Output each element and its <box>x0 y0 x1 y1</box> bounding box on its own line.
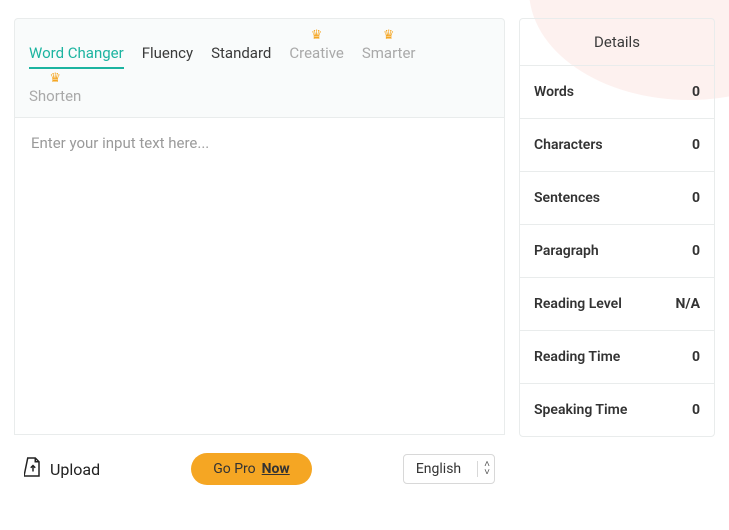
upload-button[interactable]: Upload <box>24 456 100 482</box>
stat-value: N/A <box>676 296 700 312</box>
crown-icon: ♛ <box>383 29 395 42</box>
tab-shorten[interactable]: ♛ Shorten <box>29 72 81 111</box>
stat-row-characters: Characters 0 <box>520 119 714 172</box>
go-pro-label: Go Pro <box>213 461 255 477</box>
file-upload-icon <box>24 456 42 482</box>
go-pro-now-label: Now <box>262 461 290 477</box>
stat-value: 0 <box>692 402 700 418</box>
editor-area <box>14 118 505 435</box>
tab-smarter[interactable]: ♛ Smarter <box>362 29 416 68</box>
stepper-icon: ˄ ˅ <box>477 461 490 477</box>
stat-label: Paragraph <box>534 243 599 259</box>
stat-row-paragraph: Paragraph 0 <box>520 225 714 278</box>
tab-word-changer[interactable]: Word Changer <box>29 44 124 68</box>
details-panel: Details Words 0 Characters 0 Sentences 0… <box>519 18 715 437</box>
stat-value: 0 <box>692 84 700 100</box>
stat-row-reading-level: Reading Level N/A <box>520 278 714 331</box>
stat-value: 0 <box>692 137 700 153</box>
stat-row-sentences: Sentences 0 <box>520 172 714 225</box>
tab-creative[interactable]: ♛ Creative <box>289 29 344 68</box>
details-header: Details <box>520 19 714 66</box>
stat-label: Words <box>534 84 574 100</box>
stat-row-speaking-time: Speaking Time 0 <box>520 384 714 436</box>
tab-label: Word Changer <box>29 44 124 62</box>
left-panel: Word Changer Fluency Standard ♛ Creative… <box>14 18 505 493</box>
input-textarea[interactable] <box>31 134 488 418</box>
crown-icon: ♛ <box>49 72 61 85</box>
tab-label: Fluency <box>142 44 193 62</box>
language-value: English <box>416 461 461 477</box>
stat-label: Sentences <box>534 190 600 206</box>
bottom-toolbar: Upload Go Pro Now English ˄ ˅ <box>14 435 505 493</box>
mode-tabs: Word Changer Fluency Standard ♛ Creative… <box>14 18 505 118</box>
crown-icon: ♛ <box>311 29 323 42</box>
upload-label: Upload <box>50 460 100 479</box>
stat-row-words: Words 0 <box>520 66 714 119</box>
language-select[interactable]: English ˄ ˅ <box>403 454 495 484</box>
tabs-row-2: ♛ Shorten <box>29 72 490 111</box>
stat-label: Characters <box>534 137 603 153</box>
stat-label: Reading Level <box>534 296 622 312</box>
stat-row-reading-time: Reading Time 0 <box>520 331 714 384</box>
tab-fluency[interactable]: Fluency <box>142 44 193 68</box>
tab-label: Creative <box>289 44 344 62</box>
tabs-row-1: Word Changer Fluency Standard ♛ Creative… <box>29 29 490 68</box>
tab-label: Standard <box>211 44 271 62</box>
go-pro-button[interactable]: Go Pro Now <box>191 453 311 485</box>
stat-value: 0 <box>692 349 700 365</box>
stat-label: Speaking Time <box>534 402 627 418</box>
tab-standard[interactable]: Standard <box>211 44 271 68</box>
tab-label: Smarter <box>362 44 416 62</box>
main-layout: Word Changer Fluency Standard ♛ Creative… <box>0 0 729 507</box>
stat-label: Reading Time <box>534 349 620 365</box>
tab-label: Shorten <box>29 87 81 105</box>
stat-value: 0 <box>692 243 700 259</box>
stat-value: 0 <box>692 190 700 206</box>
chevron-down-icon: ˅ <box>484 469 490 477</box>
